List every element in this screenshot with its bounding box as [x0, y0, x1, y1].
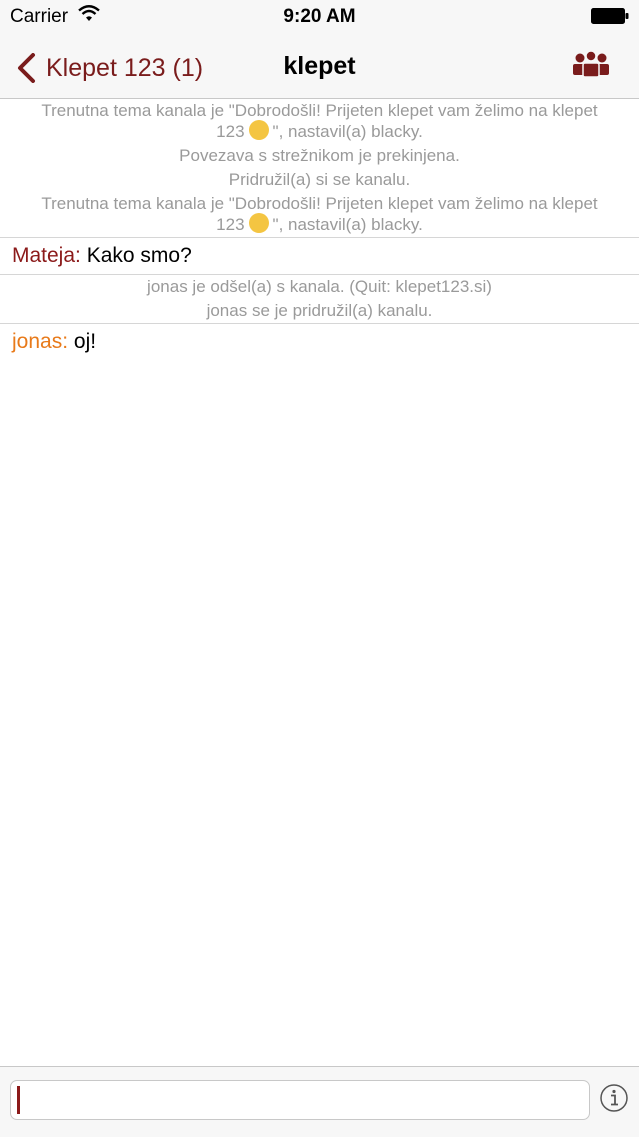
system-message-group: Trenutna tema kanala je "Dobrodošli! Pri… — [0, 99, 639, 238]
topic-message: Trenutna tema kanala je "Dobrodošli! Pri… — [41, 101, 598, 141]
chat-message: Mateja: Kako smo? — [0, 238, 639, 275]
status-bar: Carrier 9:20 AM — [0, 0, 639, 40]
joined-message: Pridružil(a) si se kanalu. — [228, 170, 411, 189]
page-title: klepet — [283, 52, 356, 80]
info-icon[interactable] — [599, 1083, 629, 1113]
disconnected-message: Povezava s strežnikom je prekinjena. — [179, 146, 460, 165]
topic-message: Trenutna tema kanala je "Dobrodošli! Pri… — [41, 194, 598, 234]
navigation-bar: Klepet 123 (1) klepet — [0, 40, 639, 99]
message-text: oj! — [73, 330, 97, 353]
message-input[interactable] — [10, 1080, 590, 1120]
battery-icon — [591, 8, 629, 24]
chat-log[interactable]: Trenutna tema kanala je "Dobrodošli! Pri… — [0, 99, 639, 360]
chat-message: jonas: oj! — [0, 324, 639, 360]
join-message: jonas se je pridružil(a) kanalu. — [206, 301, 433, 320]
quit-message: jonas je odšel(a) s kanala. (Quit: klepe… — [147, 277, 492, 296]
status-time: 9:20 AM — [283, 6, 356, 27]
message-input-bar — [0, 1066, 639, 1137]
smiley-emoji-icon — [248, 213, 269, 233]
users-icon[interactable] — [571, 48, 611, 80]
system-message-group: jonas je odšel(a) s kanala. (Quit: klepe… — [0, 275, 639, 324]
message-nick: jonas: — [12, 330, 69, 353]
message-text: Kako smo? — [86, 244, 192, 267]
smiley-emoji-icon — [248, 120, 269, 140]
message-nick: Mateja: — [12, 244, 81, 267]
text-caret — [17, 1086, 20, 1114]
